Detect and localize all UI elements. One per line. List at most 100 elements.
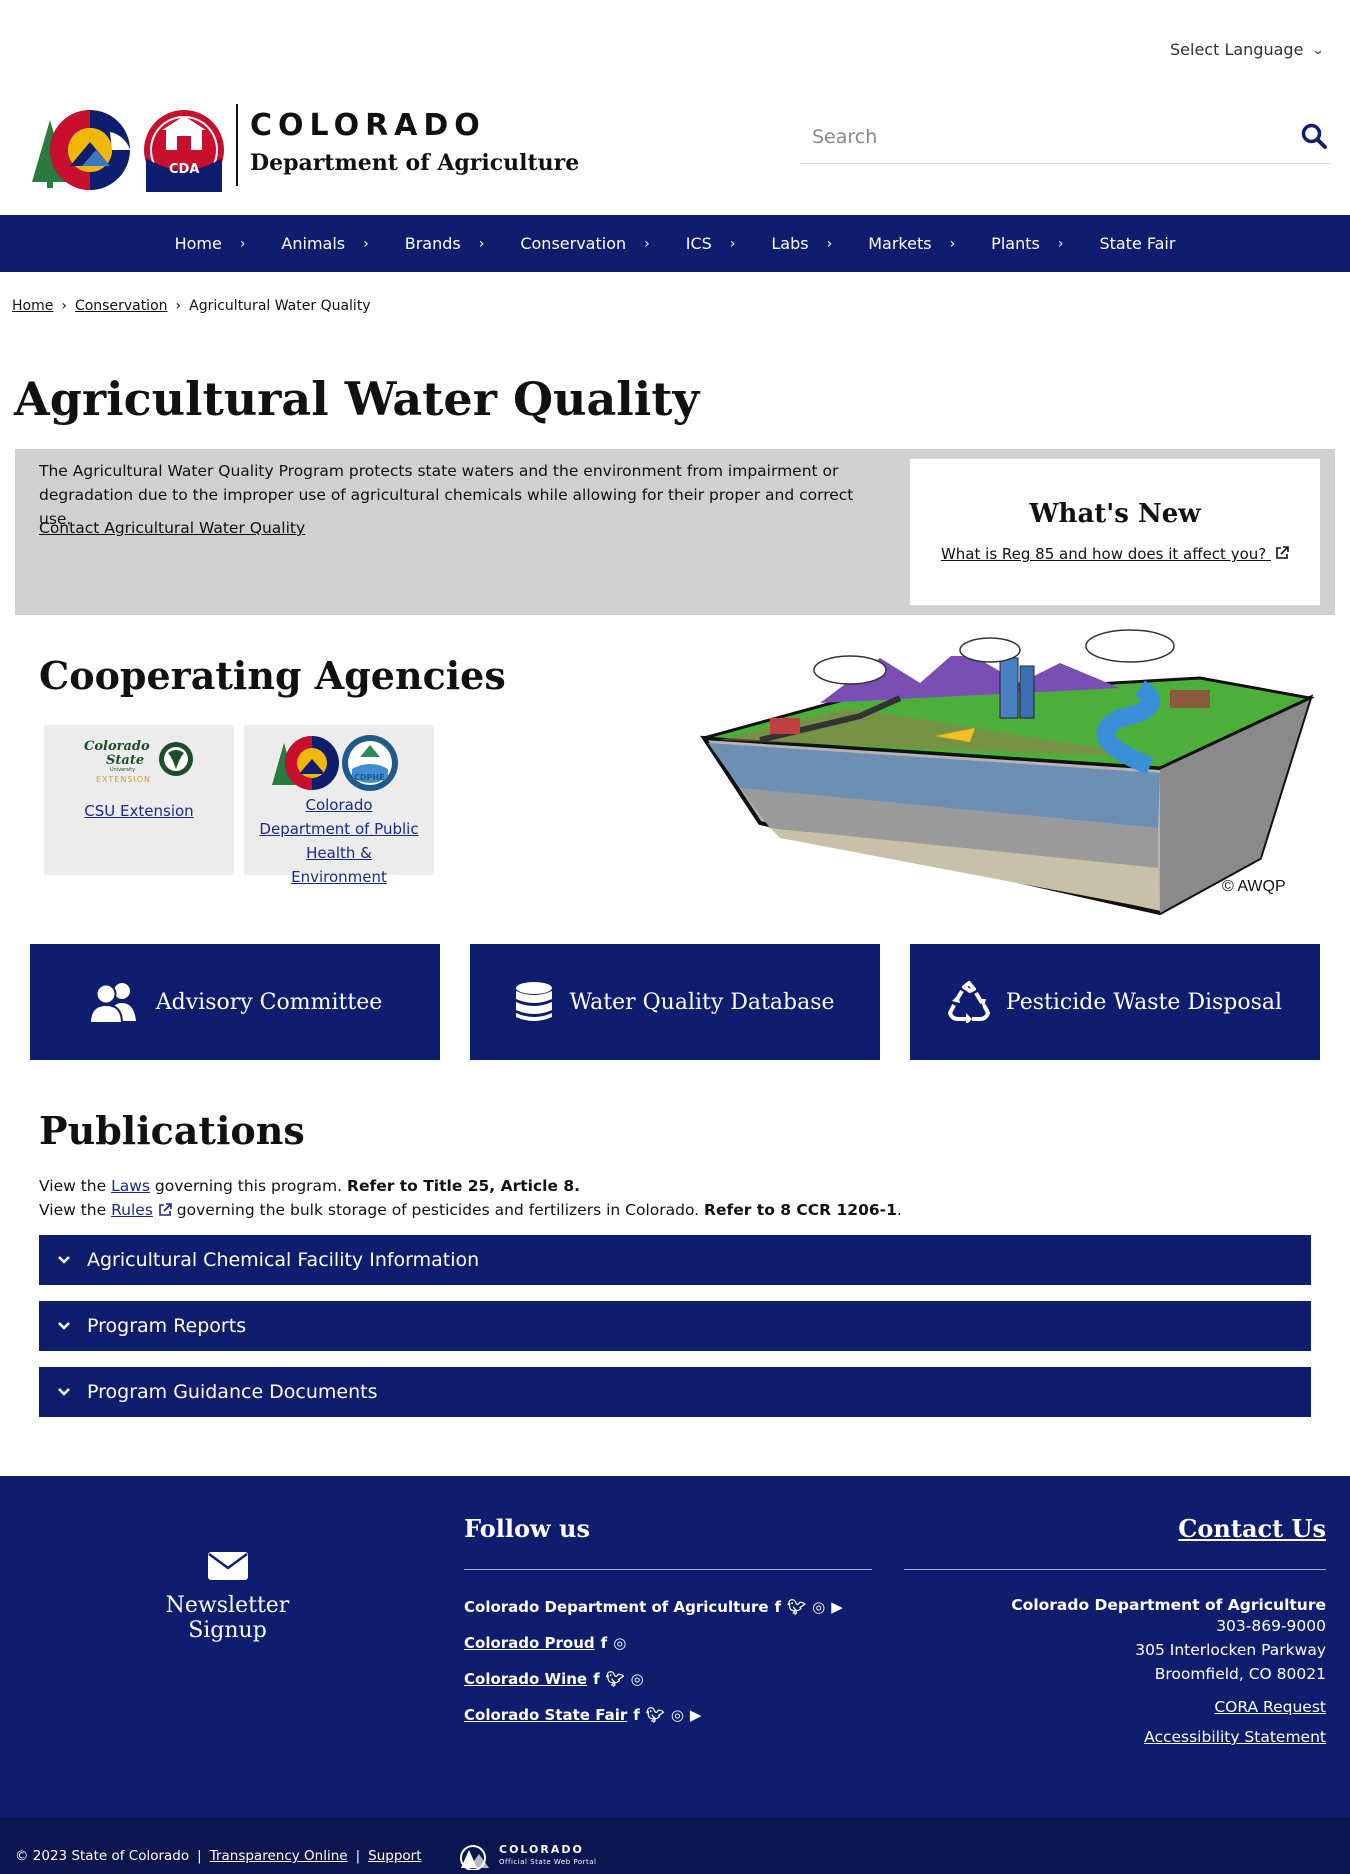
nav-item-markets[interactable]: Markets › xyxy=(868,234,955,253)
pesticide-waste-disposal-button[interactable]: Pesticide Waste Disposal xyxy=(910,944,1320,1060)
csu-logo-line3: University xyxy=(110,767,136,773)
instagram-icon[interactable]: ◎ xyxy=(812,1598,825,1616)
instagram-icon[interactable]: ◎ xyxy=(631,1670,644,1688)
accordion-program-reports[interactable]: Program Reports xyxy=(39,1301,1311,1351)
follow-divider xyxy=(464,1569,872,1570)
cda-logo-text: CDA xyxy=(169,162,200,177)
chevron-down-icon xyxy=(58,1322,70,1330)
colorado-portal-icon xyxy=(460,1845,489,1870)
search-input[interactable] xyxy=(800,110,1240,164)
nav-item-conservation[interactable]: Conservation › xyxy=(520,234,649,253)
cdphe-logo: CDPHE xyxy=(244,733,434,793)
accordion-chemical-facility[interactable]: Agricultural Chemical Facility Informati… xyxy=(39,1235,1311,1285)
facebook-icon[interactable]: f xyxy=(601,1634,608,1652)
watershed-illustration: © AWQP xyxy=(700,628,1320,918)
facebook-icon[interactable]: f xyxy=(633,1706,640,1724)
water-quality-database-button[interactable]: Water Quality Database xyxy=(470,944,880,1060)
chevron-right-icon: › xyxy=(239,235,246,252)
contact-divider xyxy=(904,1569,1326,1570)
rules-line-end: . xyxy=(896,1201,902,1219)
transparency-link[interactable]: Transparency Online xyxy=(210,1848,348,1864)
envelope-icon xyxy=(207,1552,248,1580)
nav-label: Conservation xyxy=(520,234,627,253)
logo-divider xyxy=(236,104,238,186)
sub-footer: © 2023 State of Colorado | Transparency … xyxy=(0,1818,1350,1874)
contact-phone: 303-869-9000 xyxy=(1216,1617,1326,1635)
youtube-icon[interactable]: ▶ xyxy=(831,1598,843,1616)
newsletter-signup[interactable]: Newsletter Signup xyxy=(125,1551,330,1643)
facebook-icon[interactable]: f xyxy=(593,1670,600,1688)
breadcrumb: Home › Conservation › Agricultural Water… xyxy=(12,298,371,314)
csu-logo: Colorado State University EXTENSION xyxy=(44,739,234,799)
nav-item-labs[interactable]: Labs › xyxy=(771,234,832,253)
colorado-wine-link[interactable]: Colorado Wine xyxy=(464,1670,587,1688)
twitter-icon[interactable]: 🐦︎ xyxy=(787,1598,806,1616)
breadcrumb-home[interactable]: Home xyxy=(12,298,53,314)
rules-link[interactable]: Rules xyxy=(111,1201,153,1219)
accessibility-link[interactable]: Accessibility Statement xyxy=(904,1728,1326,1746)
twitter-icon[interactable]: 🐦︎ xyxy=(646,1706,665,1724)
laws-line-mid: governing this program. xyxy=(154,1177,343,1195)
contact-awq-link[interactable]: Contact Agricultural Water Quality xyxy=(39,519,305,537)
chevron-down-icon xyxy=(58,1388,70,1396)
state-portal-logo[interactable]: COLORADO Official State Web Portal xyxy=(455,1842,597,1870)
site-header: CDA COLORADO Department of Agriculture xyxy=(0,90,1350,215)
nav-item-ics[interactable]: ICS › xyxy=(686,234,736,253)
whats-new-title: What's New xyxy=(1029,499,1201,529)
laws-link[interactable]: Laws xyxy=(111,1177,150,1195)
advisory-committee-label: Advisory Committee xyxy=(155,989,383,1015)
follow-us-title: Follow us xyxy=(464,1514,590,1543)
chevron-right-icon: › xyxy=(363,235,369,252)
external-link-icon xyxy=(159,1203,172,1216)
advisory-committee-button[interactable]: Advisory Committee xyxy=(30,944,440,1060)
cora-request-link[interactable]: CORA Request xyxy=(904,1698,1326,1716)
facebook-icon[interactable]: f xyxy=(775,1598,782,1616)
support-link[interactable]: Support xyxy=(368,1848,421,1864)
colorado-logo[interactable]: CDA xyxy=(30,102,230,196)
contact-address2: Broomfield, CO 80021 xyxy=(1154,1665,1326,1683)
users-icon xyxy=(88,983,136,1023)
site-subtitle: Department of Agriculture xyxy=(250,150,580,176)
contact-us-link[interactable]: Contact Us xyxy=(1178,1514,1326,1543)
csu-extension-link[interactable]: CSU Extension xyxy=(44,799,234,823)
follow-row-proud: Colorado Proud f ◎ xyxy=(464,1632,872,1654)
chevron-right-icon: › xyxy=(1057,235,1064,252)
instagram-icon[interactable]: ◎ xyxy=(613,1634,626,1652)
nav-item-plants[interactable]: Plants › xyxy=(991,234,1063,253)
colorado-proud-link[interactable]: Colorado Proud xyxy=(464,1634,595,1652)
language-label: Select Language xyxy=(1170,40,1304,59)
chevron-right-icon: › xyxy=(478,235,485,252)
breadcrumb-separator: › xyxy=(61,298,67,314)
colorado-state-fair-link[interactable]: Colorado State Fair xyxy=(464,1706,627,1724)
nav-item-state-fair[interactable]: State Fair xyxy=(1099,234,1175,253)
nav-item-home[interactable]: Home › xyxy=(175,234,246,253)
nav-label: Labs xyxy=(771,234,809,253)
twitter-icon[interactable]: 🐦︎ xyxy=(606,1670,625,1688)
youtube-icon[interactable]: ▶ xyxy=(690,1706,702,1724)
accordion-label: Program Reports xyxy=(87,1315,247,1337)
csu-ram-icon xyxy=(159,742,193,776)
instagram-icon[interactable]: ◎ xyxy=(671,1706,684,1724)
search-icon[interactable] xyxy=(1300,122,1328,154)
nav-label: ICS xyxy=(685,234,712,253)
cooperating-agencies-title: Cooperating Agencies xyxy=(39,653,506,698)
language-selector[interactable]: Select Language ⌄ xyxy=(1170,40,1325,59)
csu-logo-line2: State xyxy=(106,753,145,768)
nav-item-animals[interactable]: Animals › xyxy=(281,234,368,253)
main-nav: Home › Animals › Brands › Conservation › ICS… xyxy=(0,215,1350,272)
reg85-link-label: What is Reg 85 and how does it affect yo… xyxy=(940,545,1267,563)
reg85-link[interactable]: What is Reg 85 and how does it affect yo… xyxy=(941,545,1289,563)
agency-card-cdphe[interactable]: CDPHE Colorado Department of Public Heal… xyxy=(244,725,434,886)
cdphe-link[interactable]: Colorado Department of Public Health & E… xyxy=(244,793,434,889)
follow-row-wine: Colorado Wine f 🐦︎ ◎ xyxy=(464,1668,872,1690)
agency-card-csu[interactable]: Colorado State University EXTENSION CSU … xyxy=(44,725,234,875)
nav-item-brands[interactable]: Brands › xyxy=(405,234,485,253)
publications-title: Publications xyxy=(39,1108,305,1153)
recycle-icon xyxy=(947,981,990,1023)
breadcrumb-conservation[interactable]: Conservation xyxy=(75,298,168,314)
whats-new-box: What's New What is Reg 85 and how does i… xyxy=(910,459,1320,605)
site-footer: Newsletter Signup Follow us Colorado Dep… xyxy=(0,1476,1350,1818)
water-quality-database-label: Water Quality Database xyxy=(569,989,835,1015)
accordion-guidance-documents[interactable]: Program Guidance Documents xyxy=(39,1367,1311,1417)
chevron-down-icon: ⌄ xyxy=(1311,42,1325,57)
